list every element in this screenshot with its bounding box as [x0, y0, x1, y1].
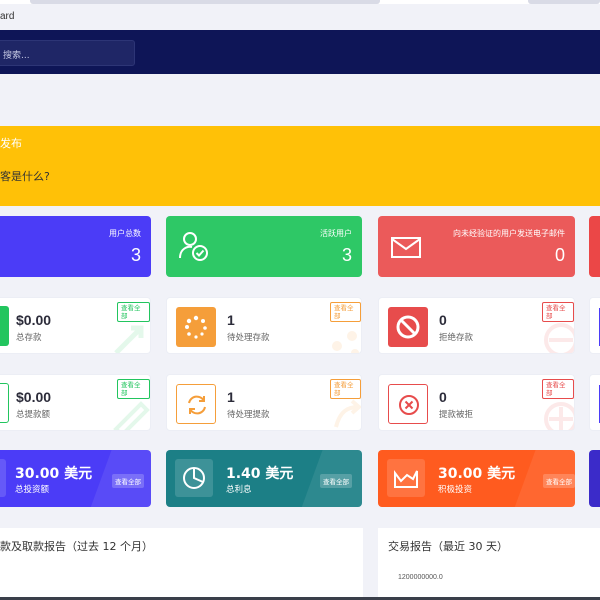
total-deposit-card[interactable]: $0.00 总存款 查看全部	[0, 297, 151, 354]
rejected-deposit-label: 拒绝存款	[439, 333, 474, 343]
view-all-button[interactable]: 查看全部	[330, 379, 361, 399]
rejected-withdraw-label: 提款被拒	[439, 410, 474, 420]
stat-value: 3	[130, 245, 141, 265]
invest-icon	[0, 459, 6, 497]
total-invest-card[interactable]: 30.00 美元 总投资额 查看全部	[0, 450, 151, 507]
plus-circle-decor-icon	[544, 402, 574, 430]
breadcrumb-text: ard	[0, 11, 15, 22]
pending-deposit-label: 待处理存款	[227, 333, 270, 343]
total-users-card[interactable]: 用户总数 3	[0, 216, 151, 277]
dots-decor-icon	[332, 331, 359, 353]
unverified-email-card[interactable]: 向未经验证的用户发送电子邮件 0	[378, 216, 575, 277]
active-invest-label: 积极投资	[438, 485, 473, 495]
breadcrumb: ard	[0, 4, 600, 28]
rejected-deposit-card[interactable]: 0 拒绝存款 查看全部	[378, 297, 575, 354]
minus-circle-decor-icon	[544, 323, 574, 353]
view-all-button[interactable]: 查看全部	[112, 474, 144, 488]
view-all-button[interactable]: 查看全部	[117, 379, 150, 399]
active-invest-amount: 30.00 美元	[438, 466, 516, 482]
pending-deposit-count: 1	[227, 312, 235, 328]
envelope-icon	[390, 230, 422, 265]
view-all-button[interactable]: 查看全部	[320, 474, 352, 488]
withdraw-label: 总提款额	[16, 410, 51, 420]
spinner-icon	[176, 307, 216, 347]
deposit-card-partial[interactable]	[589, 297, 600, 354]
view-all-button[interactable]: 查看全部	[330, 302, 361, 322]
announcement-question[interactable]: 客是什么?	[0, 168, 50, 184]
trend-chart-icon	[387, 459, 425, 497]
deposit-label: 总存款	[16, 333, 42, 343]
pending-withdraw-card[interactable]: 1 待处理提款 查看全部	[166, 374, 362, 431]
chart-axis-label: 1200000000.0	[398, 574, 443, 581]
active-invest-card[interactable]: 30.00 美元 积极投资 查看全部	[378, 450, 575, 507]
announcement-title: 发布	[0, 137, 22, 150]
transaction-report-panel: 交易报告（最近 30 天） 1200000000.0	[378, 528, 600, 600]
withdraw-amount: $0.00	[16, 389, 52, 405]
view-all-button[interactable]: 查看全部	[542, 379, 574, 399]
deposit-withdraw-report-panel: 款及取款报告（过去 12 个月）	[0, 528, 363, 600]
arrows-decor-icon	[114, 325, 144, 353]
view-all-button[interactable]: 查看全部	[117, 302, 150, 322]
search-input[interactable]: 搜索...	[0, 40, 135, 66]
stat-value: 3	[341, 245, 352, 265]
refresh-icon	[176, 384, 216, 424]
rejected-deposit-count: 0	[439, 312, 447, 328]
pie-chart-icon	[175, 459, 213, 497]
top-header: 搜索...	[0, 30, 600, 74]
total-withdraw-card[interactable]: $0.00 总提款额 查看全部	[0, 374, 151, 431]
deposit-icon	[0, 306, 9, 346]
user-check-icon	[178, 230, 212, 267]
arrow-decor-icon	[334, 399, 361, 428]
pencil-decor-icon	[113, 401, 150, 430]
close-circle-icon	[388, 384, 428, 424]
stat-card-partial[interactable]	[589, 216, 600, 277]
stat-value: 0	[554, 245, 565, 265]
view-all-button[interactable]: 查看全部	[543, 474, 575, 488]
withdraw-card-partial[interactable]	[589, 374, 600, 431]
invest-amount: 30.00 美元	[15, 466, 93, 482]
invest-label: 总投资额	[15, 485, 50, 495]
ban-icon	[388, 307, 428, 347]
report-title: 交易报告（最近 30 天）	[388, 540, 508, 553]
stat-label: 向未经验证的用户发送电子邮件	[453, 229, 565, 238]
stat-label: 用户总数	[109, 229, 141, 238]
pending-withdraw-count: 1	[227, 389, 235, 405]
interest-label: 总利息	[226, 485, 252, 495]
rejected-withdraw-count: 0	[439, 389, 447, 405]
invest-card-partial[interactable]	[589, 450, 600, 507]
withdraw-icon	[0, 383, 9, 423]
view-all-button[interactable]: 查看全部	[542, 302, 574, 322]
pending-deposit-card[interactable]: 1 待处理存款 查看全部	[166, 297, 362, 354]
deposit-amount: $0.00	[16, 312, 52, 328]
total-interest-card[interactable]: 1.40 美元 总利息 查看全部	[166, 450, 362, 507]
pending-withdraw-label: 待处理提款	[227, 410, 270, 420]
interest-amount: 1.40 美元	[226, 466, 294, 482]
active-users-card[interactable]: 活跃用户 3	[166, 216, 362, 277]
announcement-banner: 发布 客是什么?	[0, 126, 600, 206]
rejected-withdraw-card[interactable]: 0 提款被拒 查看全部	[378, 374, 575, 431]
report-title: 款及取款报告（过去 12 个月）	[0, 540, 153, 553]
stat-label: 活跃用户	[320, 229, 352, 238]
